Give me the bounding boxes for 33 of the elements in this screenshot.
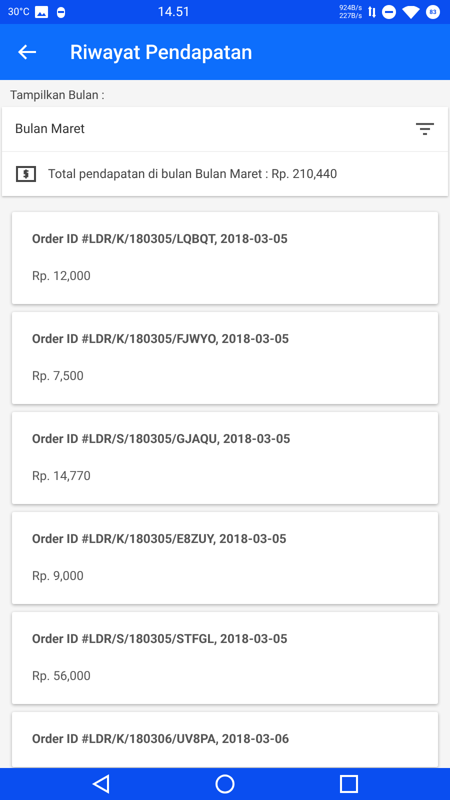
- order-amount: Rp. 56,000: [32, 669, 92, 684]
- image-icon: [35, 6, 48, 18]
- order-card[interactable]: Order ID #LDR/S/180305/GJAQU, 2018-03-05 Rp. 14,770: [12, 412, 438, 504]
- home-icon[interactable]: [214, 774, 235, 794]
- month-selector[interactable]: Bulan Maret: [2, 107, 448, 152]
- order-amount: Rp. 14,770: [32, 469, 92, 484]
- order-id-text: Order ID #LDR/S/180305/GJAQU, 2018-03-05: [32, 432, 292, 447]
- order-amount: Rp. 7,500: [32, 369, 85, 384]
- order-id-text: Order ID #LDR/K/180305/LQBQT, 2018-03-05: [32, 232, 289, 247]
- data-arrows-icon: [368, 6, 376, 18]
- order-card[interactable]: Order ID #LDR/K/180305/E8ZUY, 2018-03-05 Rp. 9,000: [12, 512, 438, 604]
- order-card[interactable]: Order ID #LDR/K/180306/UV8PA, 2018-03-06: [12, 712, 438, 767]
- do-not-disturb-icon: [382, 5, 396, 19]
- temperature-text: 30°C: [8, 6, 30, 18]
- page-title: Riwayat Pendapatan: [70, 40, 252, 64]
- order-amount: Rp. 12,000: [32, 269, 92, 284]
- recents-icon[interactable]: [340, 775, 358, 793]
- order-amount: Rp. 9,000: [32, 569, 85, 584]
- order-id-text: Order ID #LDR/K/180305/FJWYO, 2018-03-05: [32, 332, 290, 347]
- filter-label: Tampilkan Bulan :: [9, 87, 106, 104]
- order-id-text: Order ID #LDR/K/180305/E8ZUY, 2018-03-05: [32, 532, 288, 547]
- back-arrow-icon[interactable]: [18, 44, 36, 60]
- order-card[interactable]: Order ID #LDR/K/180305/FJWYO, 2018-03-05 Rp. 7,500: [12, 312, 438, 404]
- filter-icon: [416, 123, 434, 135]
- wifi-icon: [402, 6, 420, 18]
- order-id-text: Order ID #LDR/S/180305/STFGL, 2018-03-05: [32, 632, 288, 647]
- order-card[interactable]: Order ID #LDR/K/180305/LQBQT, 2018-03-05 Rp. 12,000: [12, 212, 438, 304]
- clock-time: 14.51: [156, 4, 192, 20]
- money-icon: [16, 166, 36, 182]
- back-icon[interactable]: [92, 774, 110, 794]
- order-id-text: Order ID #LDR/K/180306/UV8PA, 2018-03-06: [32, 732, 290, 747]
- order-card[interactable]: Order ID #LDR/S/180305/STFGL, 2018-03-05 Rp. 56,000: [12, 612, 438, 704]
- total-income-text: Total pendapatan di bulan Bulan Maret : Rp. 210,440: [48, 166, 338, 182]
